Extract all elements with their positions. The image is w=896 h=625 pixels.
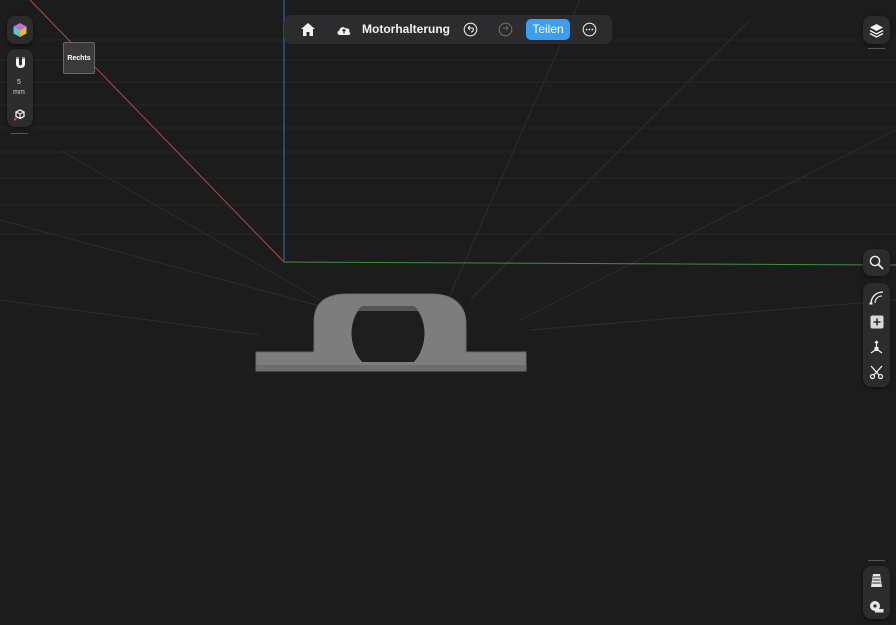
move-axes-icon [869, 339, 884, 355]
move-button[interactable] [863, 335, 890, 359]
colored-cube-icon [12, 22, 28, 38]
cloud-sync-icon [336, 24, 352, 36]
measure-button[interactable] [863, 594, 890, 618]
left-divider [11, 133, 28, 134]
plus-square-icon [870, 315, 884, 329]
3d-viewport[interactable] [0, 0, 896, 625]
perspective-grid [0, 0, 896, 336]
house-icon [300, 22, 316, 37]
motor-hole [351, 306, 425, 362]
cut-button[interactable] [863, 360, 890, 385]
redo-button[interactable] [495, 19, 516, 40]
stack-render-icon [870, 573, 883, 588]
arc-sketch-icon [869, 290, 884, 305]
document-title[interactable]: Motorhalterung [362, 15, 450, 44]
snap-toggle-button[interactable] [7, 52, 33, 74]
transform-gizmo-button[interactable] [7, 104, 33, 124]
right-bottom-divider [868, 560, 885, 561]
render-button[interactable] [863, 568, 890, 592]
undo-icon [463, 22, 478, 37]
scissors-icon [869, 365, 884, 380]
y-axis-line [283, 261, 896, 266]
layers-icon [869, 23, 884, 38]
redo-icon [498, 22, 513, 37]
search-button[interactable] [863, 249, 890, 276]
search-icon [869, 255, 884, 270]
tape-measure-icon [869, 600, 884, 613]
x-axis-line [29, 0, 285, 263]
layers-button[interactable] [863, 16, 890, 44]
ellipsis-icon [582, 22, 597, 37]
view-cube-face-label: Rechts [67, 54, 91, 62]
add-primitive-button[interactable] [863, 310, 890, 334]
grid-lines [0, 39, 896, 235]
right-top-divider [868, 48, 885, 49]
home-button[interactable] [297, 19, 319, 40]
app-menu-button[interactable] [7, 16, 33, 44]
sketch-button[interactable] [863, 285, 890, 309]
axes-gizmo-icon [13, 107, 27, 121]
magnet-icon [14, 56, 27, 70]
view-cube[interactable]: Rechts [63, 42, 95, 74]
undo-button[interactable] [460, 19, 481, 40]
snap-unit: mm [13, 89, 25, 96]
motor-mount-model[interactable] [255, 293, 527, 372]
more-button[interactable] [579, 19, 600, 40]
snap-value[interactable]: 5 [8, 79, 30, 86]
cloud-sync-button[interactable] [333, 19, 355, 40]
share-button[interactable]: Teilen [526, 19, 570, 40]
